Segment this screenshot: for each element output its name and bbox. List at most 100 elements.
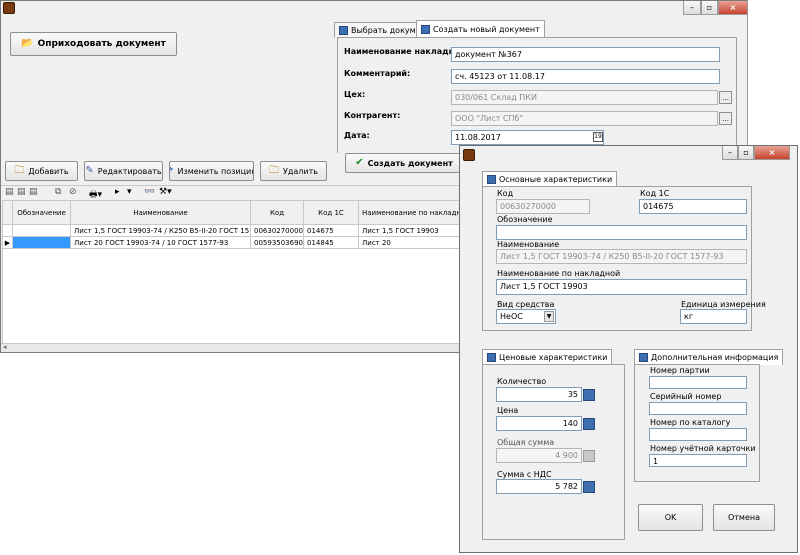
toolbar-cancel-icon[interactable]: ⊘: [69, 187, 77, 197]
designation-field[interactable]: [496, 225, 747, 240]
table-cell[interactable]: 014675: [303, 224, 359, 237]
calendar-icon[interactable]: 19: [593, 132, 603, 142]
toolbar-insert-icon[interactable]: ▤: [17, 187, 26, 197]
folder-icon: 📂: [21, 38, 34, 49]
edit-icon: ✎: [85, 165, 94, 176]
date-field[interactable]: 11.08.2017: [451, 130, 604, 145]
vat-field[interactable]: 5 782: [496, 479, 582, 494]
tab-create-document[interactable]: Создать новый документ: [416, 20, 545, 38]
create-document-button[interactable]: ✔ Создать документ: [345, 153, 463, 173]
toolbar-add-icon[interactable]: ▤: [5, 187, 14, 197]
qty-field[interactable]: 35: [496, 387, 582, 402]
add-button[interactable]: 🗀 Добавить: [5, 161, 78, 181]
table-cell[interactable]: 014845: [303, 236, 359, 249]
toolbar-dropdown-icon[interactable]: ▾: [127, 187, 132, 197]
post-document-button[interactable]: 📂 Оприходовать документ: [10, 32, 177, 56]
table-cell[interactable]: 00630270000: [250, 224, 304, 237]
table-cell[interactable]: 00593503690: [250, 236, 304, 249]
batch-field[interactable]: [649, 376, 747, 389]
code-field: 00630270000: [496, 199, 590, 214]
table-cell[interactable]: Лист 1,5 ГОСТ 19903-74 / К250 В5-II-20 Г…: [70, 224, 251, 237]
main-close-button[interactable]: ×: [718, 1, 748, 15]
vat-calculator-icon[interactable]: [583, 481, 595, 493]
edit-button[interactable]: ✎ Редактировать: [84, 161, 163, 181]
add-label: Добавить: [28, 166, 69, 176]
delete-icon: 🗀: [269, 165, 279, 176]
contractor-select-button[interactable]: …: [719, 112, 732, 125]
card-field[interactable]: 1: [649, 454, 747, 467]
row-selector-current[interactable]: ▶: [2, 236, 13, 249]
toolbar-remove-icon[interactable]: ▤: [29, 187, 38, 197]
code1c-field[interactable]: 014675: [639, 199, 747, 214]
comment-field[interactable]: сч. 45123 от 11.08.17: [451, 69, 720, 84]
price-label: Цена: [497, 406, 519, 415]
contractor-field: ООО "Лист СПб": [451, 111, 718, 126]
table-cell[interactable]: [12, 224, 71, 237]
table-cell[interactable]: Лист 1,5 ГОСТ 19903: [358, 224, 463, 237]
serial-field[interactable]: [649, 402, 747, 415]
change-position-label: Изменить позицию: [177, 166, 254, 176]
table-row[interactable]: Лист 1,5 ГОСТ 19903-74 / К250 В5-II-20 Г…: [2, 224, 463, 237]
toolbar-copy-icon[interactable]: ⧉: [55, 187, 61, 197]
batch-label: Номер партии: [650, 366, 710, 375]
price-calculator-icon[interactable]: [583, 418, 595, 430]
table-cell[interactable]: Лист 20 ГОСТ 19903-74 / 10 ГОСТ 1577-93: [70, 236, 251, 249]
toolbar-tools-icon[interactable]: ⚒▾: [159, 187, 172, 197]
scroll-left-icon[interactable]: ◂: [3, 343, 7, 351]
sum-calculator-icon: [583, 450, 595, 462]
invoice-name-field[interactable]: Лист 1,5 ГОСТ 19903: [496, 279, 747, 295]
shop-select-button[interactable]: …: [719, 91, 732, 104]
column-header[interactable]: Наименование: [70, 200, 251, 225]
tab-additional-info[interactable]: Дополнительная информация: [634, 349, 784, 365]
invoice-name-field[interactable]: документ №367: [451, 47, 720, 62]
tab-icon: [639, 353, 648, 362]
catalog-field[interactable]: [649, 428, 747, 441]
app-icon[interactable]: [3, 2, 15, 14]
cancel-label: Отмена: [727, 513, 761, 522]
qty-label: Количество: [497, 377, 547, 386]
catalog-label: Номер по каталогу: [650, 418, 731, 427]
table-cell[interactable]: Лист 20: [358, 236, 463, 249]
toolbar-find-icon[interactable]: 👓: [144, 187, 155, 197]
date-label: Дата:: [344, 131, 370, 140]
delete-label: Удалить: [283, 166, 318, 176]
toolbar-arrow-icon[interactable]: ▸: [115, 187, 120, 197]
items-table: Обозначение Наименование Код Код 1С Наим…: [2, 200, 463, 249]
tab-price-label: Ценовые характеристики: [499, 353, 608, 362]
name-field: Лист 1,5 ГОСТ 19903-74 / К250 В5-II-20 Г…: [496, 249, 747, 264]
main-maximize-button[interactable]: ▫: [701, 1, 718, 15]
main-minimize-button[interactable]: –: [683, 1, 701, 15]
invoice-name-label: Наименование накладной:: [344, 47, 469, 56]
table-cell-selected[interactable]: [12, 236, 71, 249]
tab-price-characteristics[interactable]: Ценовые характеристики: [482, 349, 613, 365]
card-label: Номер учётной карточки: [650, 444, 756, 453]
column-header[interactable]: Наименование по накладной: [358, 200, 463, 225]
kind-select[interactable]: НеОС ▼: [496, 309, 556, 324]
row-selector-header: [2, 200, 13, 225]
delete-button[interactable]: 🗀 Удалить: [260, 161, 327, 181]
dialog-maximize-button[interactable]: ▫: [738, 146, 754, 160]
price-field[interactable]: 140: [496, 416, 582, 431]
shop-label: Цех:: [344, 90, 366, 99]
dialog-close-button[interactable]: ×: [754, 146, 790, 160]
cancel-button[interactable]: Отмена: [713, 504, 775, 531]
sum-field: 4 900: [496, 448, 582, 463]
code-label: Код: [497, 189, 514, 198]
column-header[interactable]: Обозначение: [12, 200, 71, 225]
change-position-button[interactable]: ⟳ Изменить позицию: [169, 161, 254, 181]
qty-calculator-icon[interactable]: [583, 389, 595, 401]
chevron-down-icon[interactable]: ▼: [544, 311, 554, 322]
create-document-label: Создать документ: [367, 158, 453, 168]
unit-field[interactable]: кг: [680, 309, 747, 324]
table-row[interactable]: ▶ Лист 20 ГОСТ 19903-74 / 10 ГОСТ 1577-9…: [2, 236, 463, 249]
column-header[interactable]: Код 1С: [303, 200, 359, 225]
tab-main-characteristics[interactable]: Основные характеристики: [482, 171, 618, 187]
column-header[interactable]: Код: [250, 200, 304, 225]
row-selector[interactable]: [2, 224, 13, 237]
dialog-minimize-button[interactable]: –: [722, 146, 738, 160]
dialog-app-icon[interactable]: [463, 149, 475, 161]
ok-label: OK: [664, 513, 677, 522]
ok-button[interactable]: OK: [638, 504, 703, 531]
name-label: Наименование: [497, 240, 560, 249]
horizontal-scrollbar[interactable]: ◂: [1, 343, 461, 352]
